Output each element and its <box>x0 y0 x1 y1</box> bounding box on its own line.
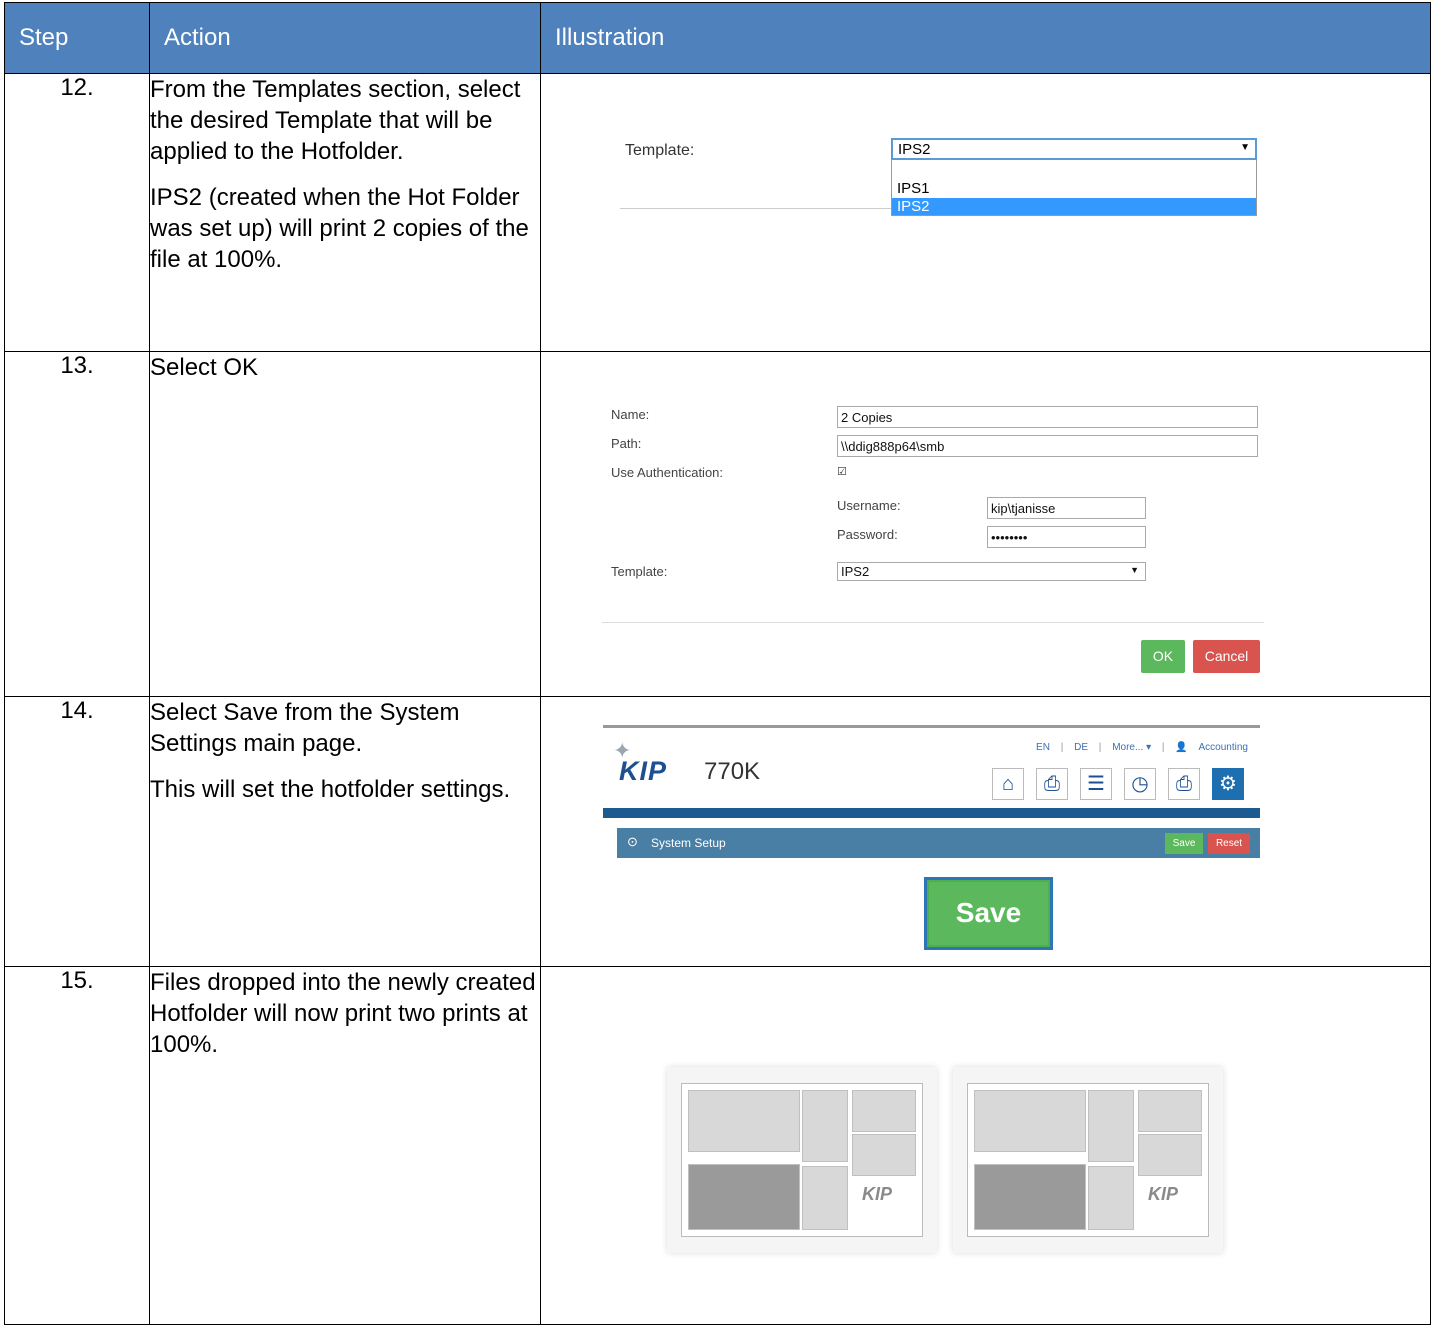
divider <box>602 622 1264 623</box>
photo-block <box>974 1164 1086 1230</box>
top-nav: EN | DE | More... ▾ | 👤 Accounting <box>1028 742 1248 753</box>
printer-icon[interactable]: ⎙ <box>1036 768 1068 800</box>
use-authentication-checkbox[interactable]: ☑ <box>837 465 847 478</box>
user-icon: 👤 <box>1175 742 1188 753</box>
text-block <box>852 1090 916 1132</box>
message-list-icon[interactable]: ☰ <box>1080 768 1112 800</box>
template-select[interactable]: IPS2 ▼ <box>837 562 1146 581</box>
username-label: Username: <box>837 498 901 513</box>
step-illustration: KIP KIP <box>540 966 1431 1325</box>
template-select[interactable]: IPS2 ▼ <box>891 138 1257 160</box>
divider <box>620 208 892 209</box>
steps-table: Step Action Illustration 12. From the Te… <box>4 2 1431 1325</box>
header-row: Step Action Illustration <box>4 2 1431 74</box>
text-block <box>1138 1134 1202 1176</box>
kip-system-settings-screenshot: ✦ KIP 770K EN | DE | More... ▾ | 👤 Accou… <box>603 725 1260 868</box>
template-selected-value: IPS2 <box>841 564 870 579</box>
password-input[interactable]: •••••••• <box>987 526 1146 548</box>
action-text: Files dropped into the newly created Hot… <box>150 969 536 1058</box>
system-settings-icon[interactable]: ⚙ <box>1212 768 1244 800</box>
template-dropdown-screenshot: Template: IPS2 ▼ IPS1 IPS2 <box>541 74 1430 350</box>
print-thumbnail: KIP <box>953 1067 1223 1253</box>
step-action: Files dropped into the newly created Hot… <box>149 966 541 1325</box>
cancel-button[interactable]: Cancel <box>1193 640 1260 673</box>
printer-settings-icon[interactable]: ⎙ <box>1168 768 1200 800</box>
system-setup-title: System Setup <box>651 836 726 850</box>
ok-button[interactable]: OK <box>1141 640 1185 673</box>
history-clock-icon[interactable]: ◷ <box>1124 768 1156 800</box>
username-input[interactable]: kip\tjanisse <box>987 497 1146 519</box>
template-option-ips1[interactable]: IPS1 <box>897 180 930 197</box>
collapse-chevron-icon[interactable]: ⊙ <box>627 834 638 850</box>
header-step: Step <box>4 2 150 74</box>
template-selected-value: IPS2 <box>898 141 931 158</box>
dropdown-arrow-icon: ▼ <box>1130 565 1139 575</box>
print-preview-page: KIP <box>681 1083 923 1237</box>
kip-logo: KIP <box>862 1184 893 1204</box>
dropdown-arrow-icon: ▼ <box>1240 142 1250 153</box>
action-text: IPS2 (created when the Hot Folder was se… <box>150 184 529 273</box>
step-action: Select OK <box>149 351 541 697</box>
name-label: Name: <box>611 407 650 422</box>
system-setup-bar: ⊙ System Setup Save Reset <box>617 828 1260 858</box>
step-row-14: 14. Select Save from the System Settings… <box>4 696 1431 967</box>
action-text: Select Save from the System Settings mai… <box>150 699 460 757</box>
image-block <box>1088 1166 1134 1230</box>
step-illustration: Name: 2 Copies Path: \\ddig888p64\smb Us… <box>540 351 1431 697</box>
step-number: 13. <box>4 351 150 697</box>
kip-logo: KIP <box>1148 1184 1179 1204</box>
photo-block <box>688 1164 800 1230</box>
path-label: Path: <box>611 436 642 451</box>
image-block <box>802 1166 848 1230</box>
language-en-link[interactable]: EN <box>1036 742 1050 753</box>
name-input[interactable]: 2 Copies <box>837 406 1258 428</box>
text-block <box>852 1134 916 1176</box>
step-illustration: ✦ KIP 770K EN | DE | More... ▾ | 👤 Accou… <box>540 696 1431 967</box>
step-action: Select Save from the System Settings mai… <box>149 696 541 967</box>
image-block <box>1088 1090 1134 1162</box>
header-illustration: Illustration <box>540 2 1431 74</box>
text-block <box>1138 1090 1202 1132</box>
step-illustration: Template: IPS2 ▼ IPS1 IPS2 <box>540 73 1431 352</box>
template-label: Template: <box>611 564 668 579</box>
step-number: 12. <box>4 73 150 352</box>
template-options-list: IPS1 IPS2 <box>891 160 1257 216</box>
nav-separator: | <box>1060 742 1064 753</box>
step-number: 14. <box>4 696 150 967</box>
use-authentication-label: Use Authentication: <box>611 465 724 480</box>
save-button-zoomed[interactable]: Save <box>924 877 1053 950</box>
print-thumbnail: KIP <box>667 1067 937 1253</box>
step-row-15: 15. Files dropped into the newly created… <box>4 966 1431 1325</box>
template-label: Template: <box>625 142 695 159</box>
more-menu[interactable]: More... ▾ <box>1112 742 1151 753</box>
home-icon[interactable]: ⌂ <box>992 768 1024 800</box>
path-input[interactable]: \\ddig888p64\smb <box>837 435 1258 457</box>
image-block <box>974 1090 1086 1152</box>
action-text: From the Templates section, select the d… <box>150 76 521 165</box>
step-number: 15. <box>4 966 150 1325</box>
image-block <box>688 1090 800 1152</box>
nav-separator: | <box>1098 742 1102 753</box>
printer-model: 770K <box>704 758 761 785</box>
kip-logo: KIP <box>619 756 668 786</box>
print-preview-page: KIP <box>967 1083 1209 1237</box>
step-row-12: 12. From the Templates section, select t… <box>4 73 1431 352</box>
step-action: From the Templates section, select the d… <box>149 73 541 352</box>
accounting-link[interactable]: Accounting <box>1199 742 1248 753</box>
header-action: Action <box>149 2 541 74</box>
template-option-ips2[interactable]: IPS2 <box>892 198 1256 215</box>
reset-button[interactable]: Reset <box>1208 833 1250 854</box>
action-text: This will set the hotfolder settings. <box>150 776 511 803</box>
image-block <box>802 1090 848 1162</box>
action-text: Select OK <box>150 354 259 381</box>
language-de-link[interactable]: DE <box>1074 742 1088 753</box>
save-button[interactable]: Save <box>1165 833 1203 854</box>
header-band <box>603 808 1260 818</box>
step-row-13: 13. Select OK Name: 2 Copies Path: \\ddi… <box>4 351 1431 697</box>
nav-separator: | <box>1161 742 1165 753</box>
password-label: Password: <box>837 527 898 542</box>
